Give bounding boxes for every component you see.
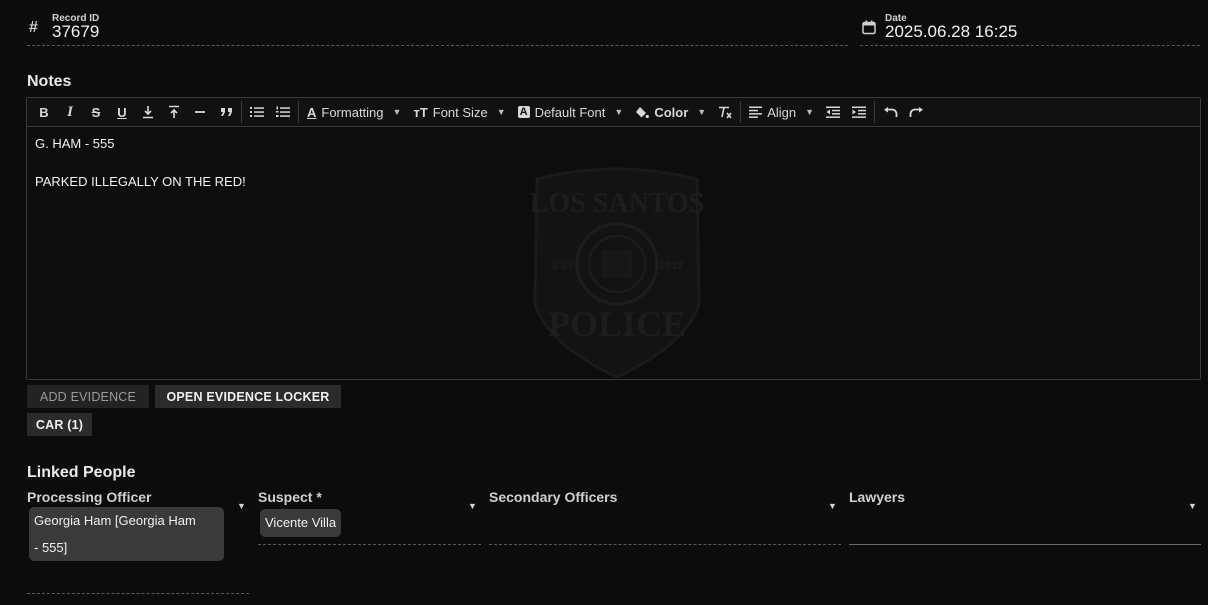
chevron-down-icon: ▼ [1188,501,1197,511]
chip-line: - 555] [34,540,68,555]
blockquote-button[interactable] [213,100,239,124]
formatting-label: Formatting [321,104,384,120]
undo-button[interactable] [877,100,903,124]
note-line: G. HAM - 555 [35,136,115,151]
chevron-down-icon: ▼ [392,107,402,117]
color-dropdown[interactable]: Color ▼ [629,100,712,124]
toolbar-separator [298,101,299,123]
secondary-officers-label: Secondary Officers [489,489,618,505]
processing-officer-label: Processing Officer [27,489,152,505]
chip-line: Georgia Ham [Georgia Ham [34,513,196,528]
chevron-down-icon: ▼ [468,501,477,511]
chevron-down-icon: ▼ [828,501,837,511]
notes-title: Notes [27,73,72,90]
formatting-dropdown[interactable]: A Formatting ▼ [301,100,407,124]
evidence-tag-car[interactable]: CAR (1) [27,413,92,436]
chevron-down-icon: ▼ [805,107,815,117]
undo-icon [883,106,897,117]
secondary-officers-select[interactable]: Secondary Officers ▼ [489,488,841,545]
align-bottom-icon [143,106,153,119]
outdent-icon [826,106,841,118]
color-label: Color [654,104,689,120]
strikethrough-button[interactable]: S [83,100,109,124]
quote-icon [220,108,232,116]
editor-toolbar: B I S U A Formatting ▼ ᴛT Font Size ▼ A … [27,98,1200,127]
toolbar-separator [874,101,876,123]
lawyers-select[interactable]: Lawyers ▼ [849,488,1201,545]
date-value: 2025.06.28 16:25 [885,22,1018,41]
font-family-icon: A [517,106,530,118]
indent-button[interactable] [846,100,872,124]
add-evidence-button[interactable]: ADD EVIDENCE [27,385,149,408]
numbered-list-button[interactable] [270,100,296,124]
processing-officer-select[interactable]: Processing Officer ▼ Georgia Ham [Georgi… [27,488,249,594]
linked-people-title: Linked People [27,464,136,481]
chevron-down-icon: ▼ [697,107,707,117]
calendar-icon [862,20,876,35]
font-size-label: Font Size [432,104,488,120]
superscript-button[interactable] [161,100,187,124]
chevron-down-icon: ▼ [614,107,624,117]
notes-content[interactable]: G. HAM - 555 PARKED ILLEGALLY ON THE RED… [35,134,1192,371]
date-field[interactable]: Date 2025.06.28 16:25 [860,12,1200,46]
toolbar-separator [241,101,242,123]
note-blank-line [35,153,1192,172]
toolbar-separator [740,101,742,123]
italic-button[interactable]: I [57,100,83,124]
chevron-down-icon: ▼ [237,501,246,511]
lawyers-label: Lawyers [849,489,906,505]
date-underline [860,45,1200,46]
indent-icon [852,106,867,118]
bullet-list-button[interactable] [244,100,270,124]
note-line: PARKED ILLEGALLY ON THE RED! [35,174,246,189]
suspect-underline [258,544,481,545]
record-id-underline [27,45,848,46]
paint-bucket-icon [636,106,650,118]
notes-editor: B I S U A Formatting ▼ ᴛT Font Size ▼ A … [26,97,1201,380]
clear-format-icon [719,106,732,118]
clear-format-button[interactable] [712,100,738,124]
numbered-list-icon [276,106,290,117]
align-top-icon [169,105,179,118]
hash-icon: # [29,19,38,36]
subscript-button[interactable] [135,100,161,124]
outdent-button[interactable] [820,100,846,124]
chevron-down-icon: ▼ [496,107,506,117]
text-style-icon: A [307,104,317,120]
bold-button[interactable]: B [31,100,57,124]
redo-button[interactable] [903,100,929,124]
bullet-list-icon [250,107,264,117]
lawyers-underline [849,544,1201,545]
redo-icon [909,106,923,117]
record-id-value: 37679 [52,22,100,41]
suspect-label: Suspect * [258,489,322,505]
processing-officer-underline [27,593,249,594]
underline-button[interactable]: U [109,100,135,124]
font-size-dropdown[interactable]: ᴛT Font Size ▼ [407,100,511,124]
font-size-icon: ᴛT [413,104,428,120]
horizontal-rule-button[interactable] [187,100,213,124]
record-id-field: # Record ID 37679 [27,12,848,46]
align-dropdown[interactable]: Align ▼ [743,100,820,124]
font-family-label: Default Font [534,104,606,120]
align-left-icon [749,106,763,118]
suspect-select[interactable]: Suspect * ▼ Vicente Villa [258,488,481,545]
align-label: Align [767,104,797,120]
suspect-chip[interactable]: Vicente Villa [260,509,342,537]
minus-icon [195,111,205,113]
font-family-dropdown[interactable]: A Default Font ▼ [512,100,630,124]
secondary-officers-underline [489,544,841,545]
processing-officer-chip[interactable]: Georgia Ham [Georgia Ham - 555] [29,507,224,561]
open-evidence-locker-button[interactable]: OPEN EVIDENCE LOCKER [155,385,341,408]
